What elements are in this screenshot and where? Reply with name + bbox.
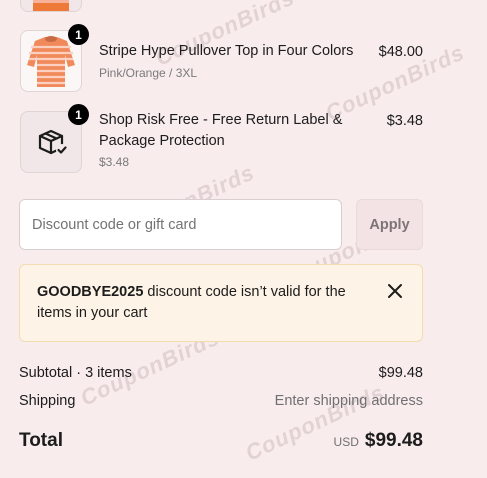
invalid-discount-notice: GOODBYE2025 discount code isn’t valid fo…: [19, 264, 423, 342]
product-variant: Pink/Orange / 3XL: [99, 66, 198, 80]
product-price: $3.48: [386, 113, 423, 129]
total-value: $99.48: [364, 430, 423, 451]
apply-button[interactable]: Apply: [356, 199, 423, 250]
product-title-line2: Package Protection: [99, 133, 225, 149]
discount-code: GOODBYE2025: [37, 284, 144, 300]
shipping-value: Enter shipping address: [274, 393, 423, 409]
quantity-badge: 1: [68, 24, 89, 45]
product-variant: $3.48: [99, 155, 130, 169]
total-row: Total USD $99.48: [19, 430, 423, 452]
discount-code-input[interactable]: [19, 199, 342, 250]
total-amount: USD $99.48: [334, 430, 423, 452]
subtotal-row: Subtotal · 3 items $99.48: [19, 365, 423, 381]
currency-code: USD: [333, 435, 359, 449]
product-title-line1: Shop Risk Free - Free Return Label &: [99, 112, 343, 128]
shipping-label: Shipping: [19, 393, 76, 409]
total-label: Total: [19, 430, 63, 451]
striped-sweater-image: [33, 0, 69, 11]
quantity-badge: 1: [68, 104, 89, 125]
product-title: Stripe Hype Pullover Top in Four Colors: [99, 43, 354, 59]
close-icon[interactable]: [386, 282, 404, 300]
product-price: $48.00: [378, 44, 423, 60]
subtotal-value: $99.48: [378, 365, 423, 381]
shipping-row: Shipping Enter shipping address: [19, 393, 423, 409]
previous-item-thumbnail: [20, 0, 82, 12]
notice-text: GOODBYE2025 discount code isn’t valid fo…: [37, 282, 357, 324]
subtotal-label: Subtotal · 3 items: [19, 365, 132, 381]
